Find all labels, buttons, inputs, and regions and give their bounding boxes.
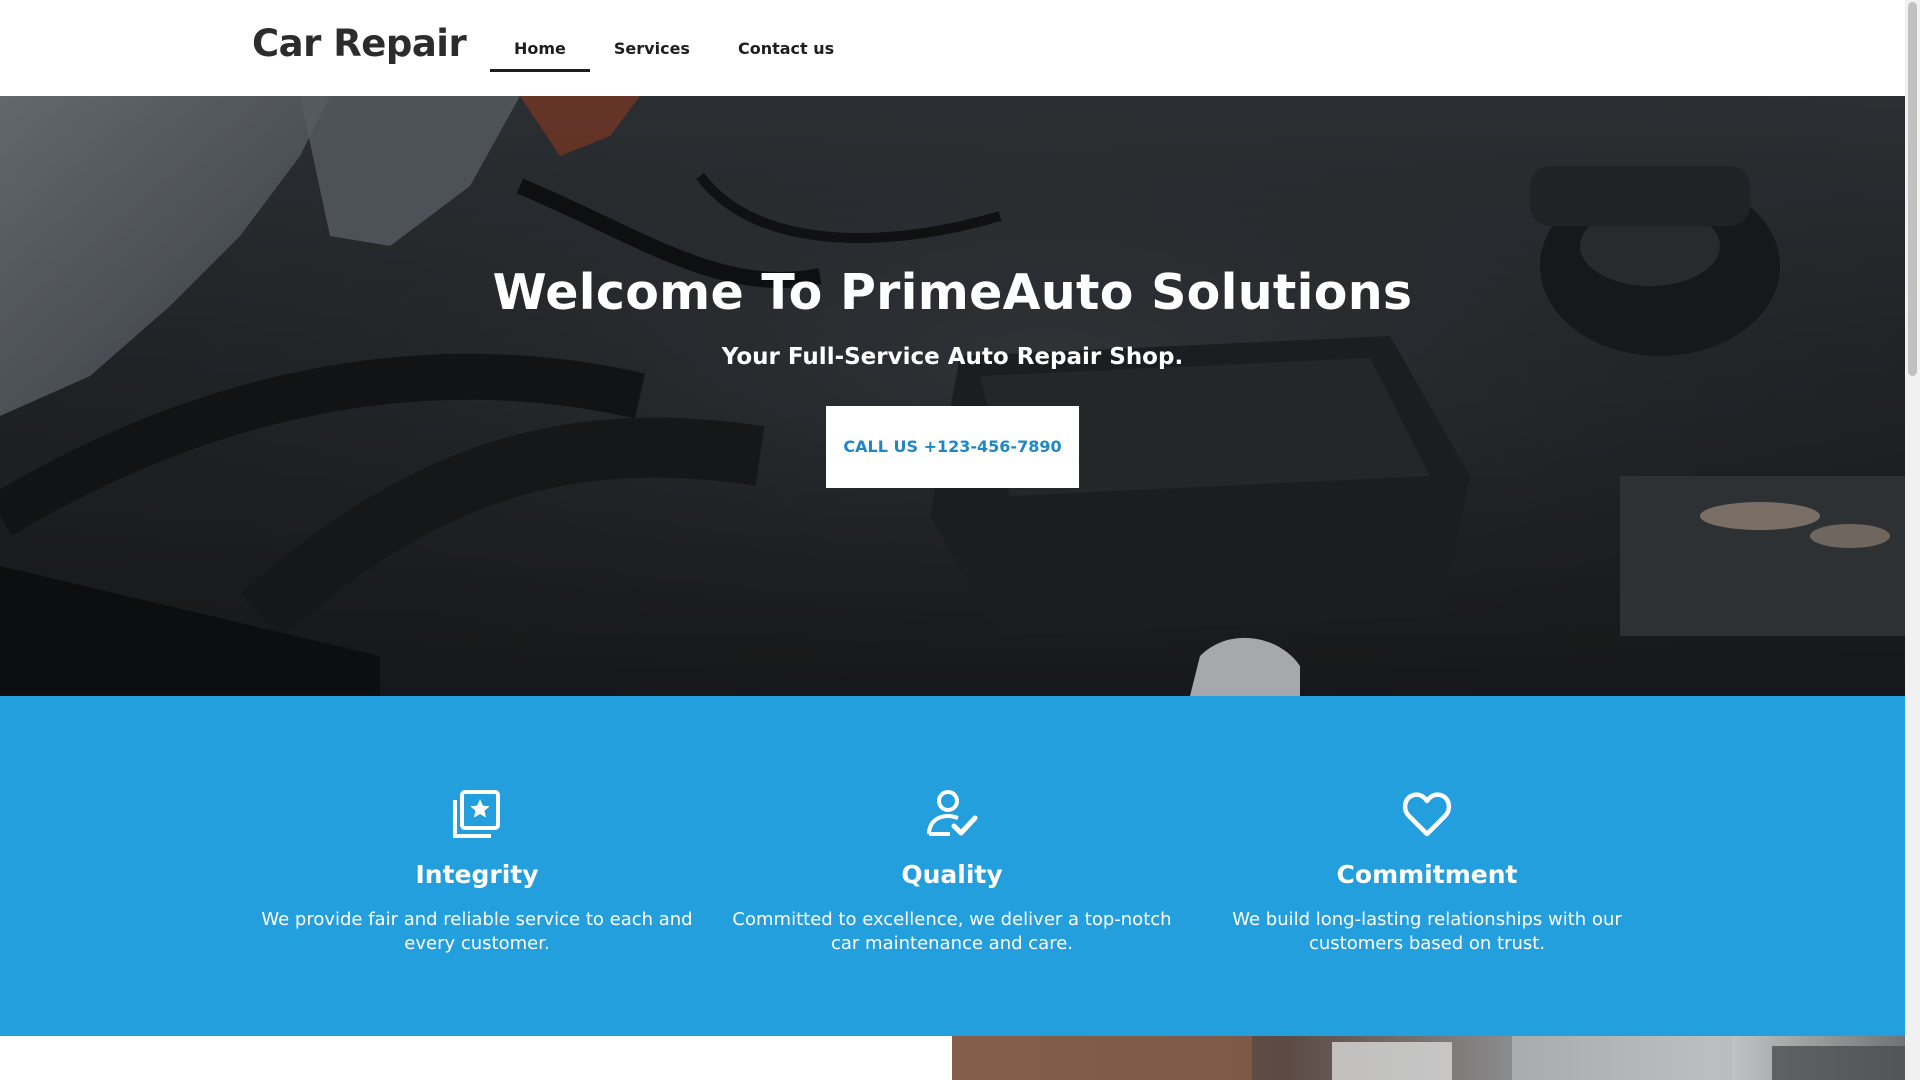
hero-title: Welcome To PrimeAuto Solutions	[492, 264, 1413, 321]
user-check-icon	[927, 790, 978, 836]
site-header: Car Repair Home Services Contact us	[0, 0, 1905, 96]
hero-background-image	[0, 96, 1905, 696]
site-brand[interactable]: Car Repair	[252, 22, 467, 65]
page-scrollbar[interactable]	[1905, 0, 1920, 1080]
values-section: Integrity We provide fair and reliable s…	[0, 696, 1905, 1036]
star-badge-icon	[453, 790, 500, 838]
engine-photo	[952, 1036, 1905, 1080]
main-nav: Home Services Contact us	[490, 28, 858, 72]
hero-section: Welcome To PrimeAuto Solutions Your Full…	[0, 96, 1905, 696]
value-title: Quality	[901, 860, 1003, 889]
value-description: We build long-lasting relationships with…	[1232, 909, 1622, 954]
hero-subtitle: Your Full-Service Auto Repair Shop.	[721, 344, 1184, 370]
page-viewport: Car Repair Home Services Contact us Welc…	[0, 0, 1905, 1080]
nav-item-services[interactable]: Services	[590, 28, 714, 72]
value-title: Integrity	[415, 860, 539, 889]
value-title: Commitment	[1336, 860, 1518, 889]
nav-item-contact[interactable]: Contact us	[714, 28, 858, 72]
heart-icon	[1402, 792, 1452, 837]
next-section-image	[952, 1036, 1905, 1080]
value-description: Committed to excellence, we deliver a to…	[732, 909, 1172, 954]
nav-item-home[interactable]: Home	[490, 28, 590, 72]
next-section-text-area	[0, 1036, 952, 1080]
value-description: We provide fair and reliable service to …	[261, 909, 693, 954]
scrollbar-thumb[interactable]	[1908, 2, 1917, 376]
call-us-button[interactable]: CALL US +123-456-7890	[826, 406, 1079, 488]
